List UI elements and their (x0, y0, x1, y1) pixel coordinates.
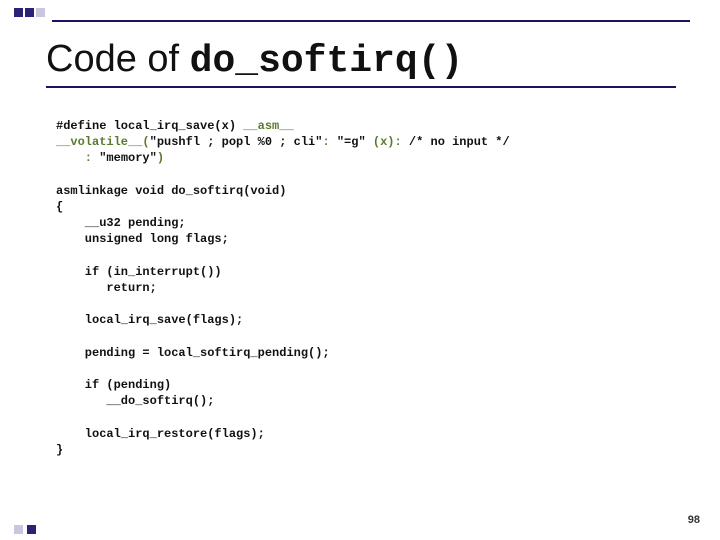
corner-decoration (14, 8, 47, 17)
title-prefix: Code of (46, 38, 190, 80)
top-rule (52, 20, 690, 22)
page-number: 98 (688, 514, 700, 526)
bottom-decoration (14, 525, 38, 534)
slide-title: Code of do_softirq() (46, 38, 463, 83)
code-block: #define local_irq_save(x) __asm__ __vola… (56, 118, 690, 458)
title-underline (46, 86, 676, 88)
title-mono: do_softirq() (190, 40, 464, 83)
